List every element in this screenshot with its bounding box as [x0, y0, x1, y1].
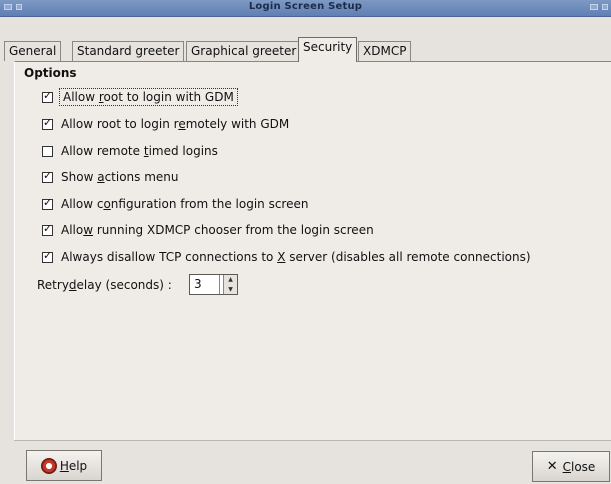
option-label: Allow root to login with GDM [59, 88, 238, 106]
checkbox[interactable]: ✓ [42, 195, 53, 210]
checkbox[interactable]: ✓ [42, 88, 53, 103]
tab-standard-greeter[interactable]: Standard greeter [72, 41, 185, 61]
login-screen-setup-window: Login Screen Setup General Standard gree… [0, 0, 611, 484]
tab-graphical-greeter-label: Graphical greeter [191, 44, 297, 58]
checkmark-icon: ✓ [43, 88, 53, 102]
option-label: Allow configuration from the login scree… [61, 197, 309, 211]
option-label: Show actions menu [61, 170, 179, 184]
tab-xdmcp-label: XDMCP [363, 44, 407, 58]
option-label: Always disallow TCP connections to X ser… [61, 250, 531, 264]
spin-up-icon[interactable]: ▲ [224, 275, 237, 285]
window-title: Login Screen Setup [248, 1, 363, 12]
close-label: Close [562, 459, 596, 474]
checkmark-icon: ✓ [43, 221, 53, 235]
lifebuoy-icon [40, 457, 57, 474]
tab-standard-greeter-label: Standard greeter [77, 44, 180, 58]
title-bar[interactable]: Login Screen Setup [0, 0, 611, 17]
spin-down-icon[interactable]: ▼ [224, 285, 237, 295]
options-heading: Options [24, 66, 77, 80]
checkmark-icon: ✓ [43, 248, 53, 262]
checkbox[interactable]: ✓ [42, 115, 53, 130]
tab-graphical-greeter[interactable]: Graphical greeter [186, 41, 302, 61]
option-allow-configuration[interactable]: ✓ Allow configuration from the login scr… [42, 196, 308, 212]
spinner-arrows[interactable]: ▲ ▼ [223, 275, 237, 294]
option-allow-root-login[interactable]: ✓ Allow root to login with GDM [42, 88, 238, 106]
checkbox[interactable]: ✓ [42, 248, 53, 263]
option-allow-remote-timed-logins[interactable]: Allow remote timed logins [42, 143, 218, 159]
close-window-icon[interactable] [602, 4, 608, 10]
checkmark-icon: ✓ [43, 115, 53, 129]
checkbox[interactable] [42, 145, 53, 157]
tab-security[interactable]: Security [298, 37, 358, 62]
checkmark-icon: ✓ [43, 195, 53, 209]
help-label: Help [59, 458, 88, 473]
option-allow-root-remote-login[interactable]: ✓ Allow root to login remotely with GDM [42, 116, 289, 132]
close-button[interactable]: ✕ Close [532, 451, 610, 482]
retry-delay-value[interactable]: 3 [190, 275, 220, 294]
checkbox[interactable]: ✓ [42, 221, 53, 236]
option-label: Allow running XDMCP chooser from the log… [61, 223, 374, 237]
tab-security-label: Security [303, 40, 353, 54]
tab-general[interactable]: General [4, 41, 62, 61]
retry-delay-label: Retry d elay (seconds) : [37, 278, 172, 292]
retry-delay-spinner[interactable]: 3 ▲ ▼ [189, 274, 238, 295]
option-show-actions-menu[interactable]: ✓ Show actions menu [42, 169, 179, 185]
maximize-icon[interactable] [590, 4, 598, 10]
option-label: Allow root to login remotely with GDM [61, 117, 290, 131]
close-icon: ✕ [546, 459, 558, 474]
option-allow-xdmcp-chooser[interactable]: ✓ Allow running XDMCP chooser from the l… [42, 222, 374, 238]
separator [14, 440, 611, 441]
option-label: Allow remote timed logins [61, 144, 218, 158]
tab-xdmcp[interactable]: XDMCP [358, 41, 412, 61]
help-button[interactable]: Help [26, 450, 102, 481]
checkmark-icon: ✓ [43, 168, 53, 182]
option-disallow-tcp[interactable]: ✓ Always disallow TCP connections to X s… [42, 249, 531, 265]
checkbox[interactable]: ✓ [42, 168, 53, 183]
tab-general-label: General [9, 44, 57, 58]
